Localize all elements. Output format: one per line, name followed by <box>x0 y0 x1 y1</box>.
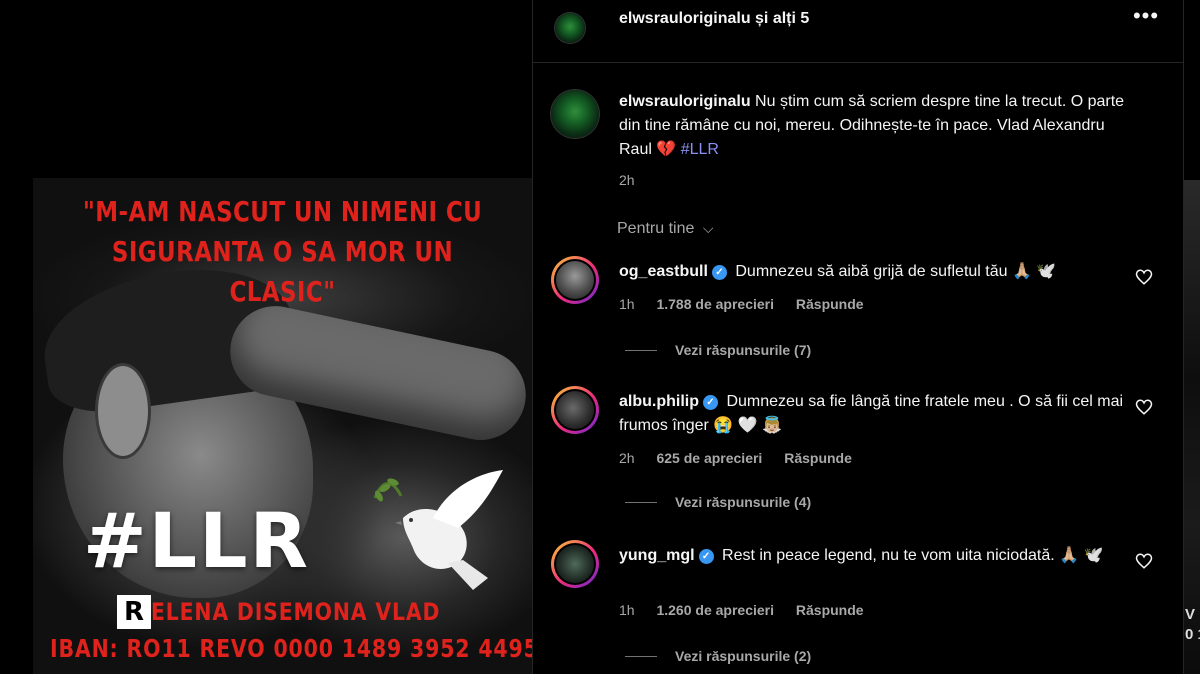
comment-time: 1h <box>619 602 635 618</box>
comment-likes[interactable]: 1.788 de aprecieri <box>656 296 774 312</box>
poster-quote: "M-AM NASCUT UN NIMENI CU SIGURANTA O SA… <box>78 192 487 312</box>
comment-body: Dumnezeu să aibă grijă de sufletul tău 🙏… <box>735 263 1057 280</box>
dove-icon <box>373 470 503 590</box>
view-replies-label: Vezi răspunsurile (2) <box>675 648 812 664</box>
comment-time: 2h <box>619 450 635 466</box>
comment-body: Rest in peace legend, nu te vom uita nic… <box>722 547 1104 564</box>
verified-badge-icon: ✓ <box>698 549 714 564</box>
comment-time: 1h <box>619 296 635 312</box>
comment-likes[interactable]: 625 de aprecieri <box>656 450 762 466</box>
next-post-peek-text: V 0 1 <box>1185 606 1200 643</box>
comment-text: albu.philip ✓ Dumnezeu sa fie lângă tine … <box>619 390 1139 438</box>
caption-username[interactable]: elwsrauloriginalu <box>619 93 751 110</box>
verified-badge-icon: ✓ <box>711 265 727 280</box>
comment-meta: 1h 1.788 de aprecieri Răspunde <box>619 296 882 312</box>
poster-iban: IBAN: RO11 REVO 0000 1489 3952 4495 <box>50 634 532 663</box>
like-heart-icon[interactable] <box>1135 552 1153 570</box>
comment-sort-dropdown[interactable]: Pentru tine ⌵ <box>617 220 713 238</box>
view-replies-label: Vezi răspunsurile (7) <box>675 342 812 358</box>
comment-avatar[interactable] <box>551 540 599 588</box>
next-post-peek[interactable] <box>1183 180 1200 674</box>
caption-timestamp: 2h <box>619 172 635 188</box>
view-replies-button[interactable]: Vezi răspunsurile (2) <box>625 648 811 664</box>
comment-username[interactable]: yung_mgl <box>619 547 695 564</box>
comment-text: og_eastbull ✓ Dumnezeu să aibă grijă de s… <box>619 260 1139 284</box>
like-heart-icon[interactable] <box>1135 398 1153 416</box>
comment-meta: 2h 625 de aprecieri Răspunde <box>619 450 870 466</box>
comments-panel: elwsrauloriginalu și alți 5 ••• elwsraul… <box>532 0 1184 674</box>
comment-username[interactable]: og_eastbull <box>619 263 708 280</box>
poster-hashtag: #LLR <box>83 496 311 585</box>
verified-badge-icon: ✓ <box>703 395 718 410</box>
caption-text: elwsrauloriginalu Nu știm cum să scriem … <box>619 90 1139 162</box>
chevron-down-icon: ⌵ <box>702 220 714 236</box>
image-ear <box>95 363 151 459</box>
author-avatar[interactable] <box>555 13 585 43</box>
poster-quote-line-1: "M-AM NASCUT UN NIMENI CU <box>82 195 483 228</box>
comment-avatar[interactable] <box>551 386 599 434</box>
view-replies-label: Vezi răspunsurile (4) <box>675 494 812 510</box>
comment-username[interactable]: albu.philip <box>619 393 699 410</box>
poster-quote-line-2: SIGURANTA O SA MOR UN CLASIC" <box>111 235 454 308</box>
broken-heart-emoji: 💔 <box>656 141 677 158</box>
post-author[interactable]: elwsrauloriginalu și alți 5 <box>619 10 809 28</box>
more-options-button[interactable]: ••• <box>1131 5 1161 32</box>
caption-hashtag-link[interactable]: #LLR <box>681 141 719 158</box>
comment-reply-button[interactable]: Răspunde <box>784 450 852 466</box>
comment-reply-button[interactable]: Răspunde <box>796 296 864 312</box>
comment-avatar[interactable] <box>551 256 599 304</box>
comment-likes[interactable]: 1.260 de aprecieri <box>656 602 774 618</box>
like-heart-icon[interactable] <box>1135 268 1153 286</box>
comment-meta: 1h 1.260 de aprecieri Răspunde <box>619 602 882 618</box>
post-header: elwsrauloriginalu și alți 5 ••• <box>533 0 1183 63</box>
revolut-logo: R <box>117 595 151 629</box>
comment-text: yung_mgl ✓ Rest in peace legend, nu te vo… <box>619 544 1139 568</box>
view-replies-button[interactable]: Vezi răspunsurile (4) <box>625 494 811 510</box>
poster-donation-name: ELENA DISEMONA VLAD <box>151 598 441 626</box>
comment-reply-button[interactable]: Răspunde <box>796 602 864 618</box>
caption-avatar[interactable] <box>551 90 599 138</box>
comment-sort-label: Pentru tine <box>617 220 695 237</box>
view-replies-button[interactable]: Vezi răspunsurile (7) <box>625 342 811 358</box>
post-image[interactable]: "M-AM NASCUT UN NIMENI CU SIGURANTA O SA… <box>33 178 532 674</box>
